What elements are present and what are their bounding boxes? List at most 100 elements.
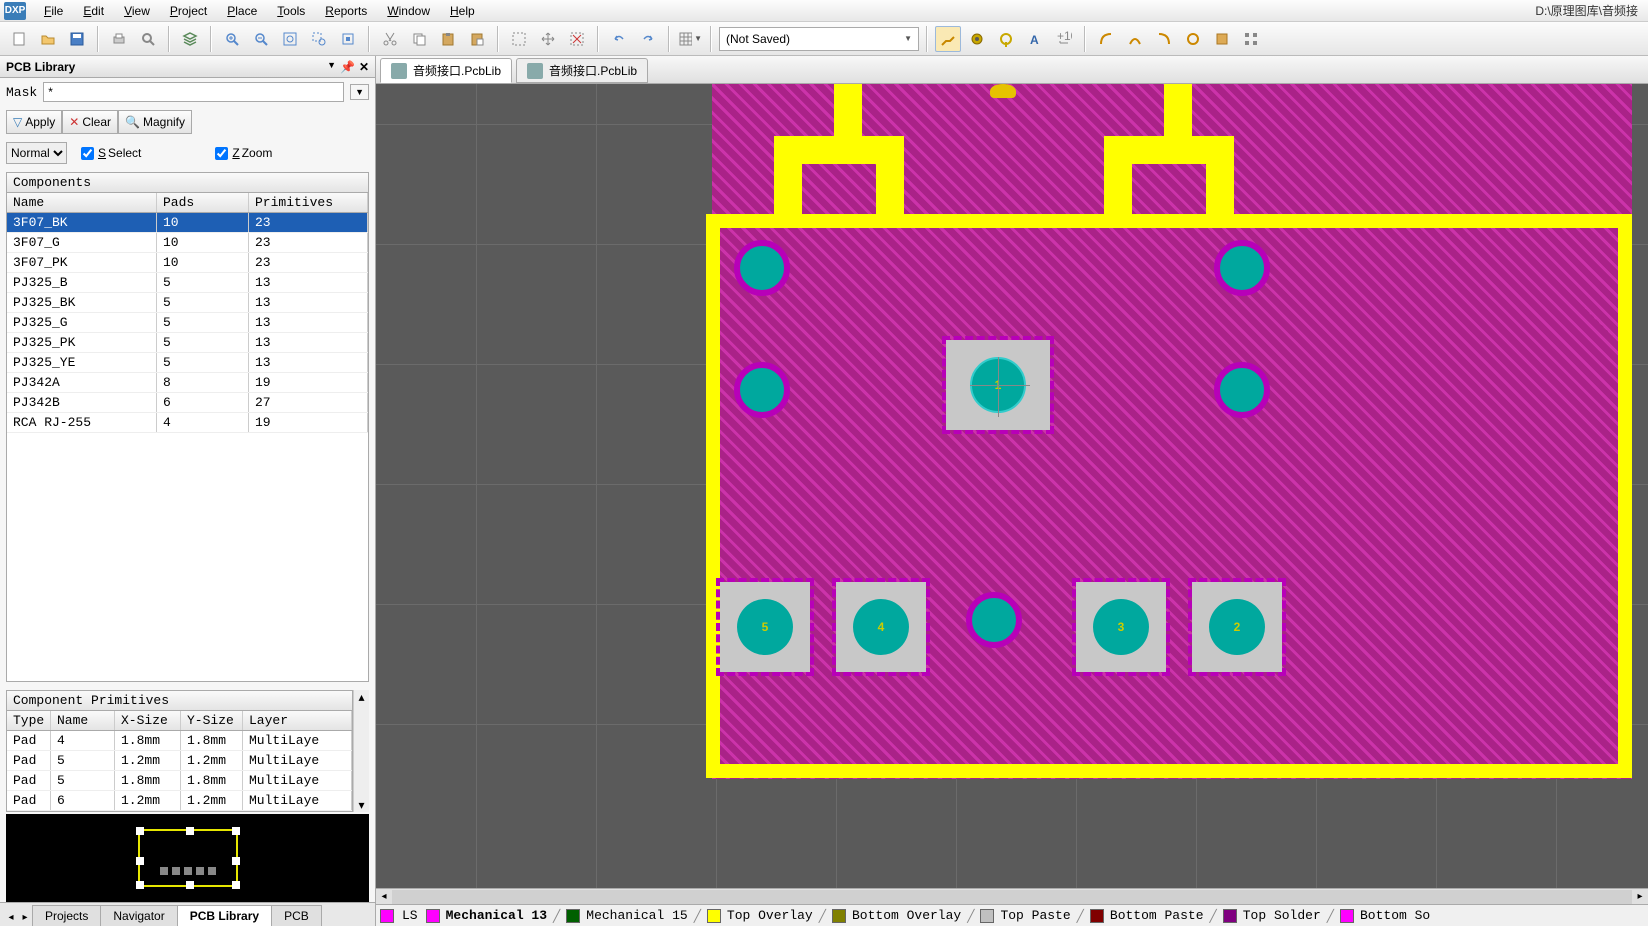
paste-special-icon[interactable] [464,26,490,52]
panel-pin-icon[interactable]: 📌 [340,60,355,74]
component-row[interactable]: RCA RJ-255419 [7,413,368,433]
menu-help[interactable]: Help [440,2,485,20]
place-pad-icon[interactable] [993,26,1019,52]
zoom-in-icon[interactable] [219,26,245,52]
layer-swatch[interactable] [566,909,580,923]
layer-swatch[interactable] [1223,909,1237,923]
layer-label[interactable]: Bottom Overlay [852,908,961,923]
primitives-header[interactable]: Type Name X-Size Y-Size Layer [7,711,352,731]
ls-label[interactable]: LS [402,908,418,923]
layer-label[interactable]: Top Solder [1243,908,1321,923]
primitive-row[interactable]: Pad51.2mm1.2mmMultiLaye [7,751,352,771]
arc-any-icon[interactable] [1151,26,1177,52]
layer-swatch[interactable] [1090,909,1104,923]
tab-projects[interactable]: Projects [32,905,101,926]
mask-input[interactable] [43,82,344,102]
ls-swatch[interactable] [380,909,394,923]
new-file-icon[interactable] [6,26,32,52]
primitive-row[interactable]: Pad51.8mm1.8mmMultiLaye [7,771,352,791]
route-track-icon[interactable] [935,26,961,52]
menu-view[interactable]: View [114,2,160,20]
primitives-scrollbar[interactable]: ▴▾ [353,690,369,812]
magnify-button[interactable]: 🔍Magnify [118,110,192,134]
component-row[interactable]: PJ325_B513 [7,273,368,293]
components-header[interactable]: Name Pads Primitives [7,193,368,213]
clear-button[interactable]: ✕Clear [62,110,118,134]
component-row[interactable]: 3F07_G1023 [7,233,368,253]
deselect-icon[interactable] [564,26,590,52]
tab-scroll-right[interactable]: ▸ [18,908,32,926]
apply-button[interactable]: ▽Apply [6,110,62,134]
primitive-row[interactable]: Pad41.8mm1.8mmMultiLaye [7,731,352,751]
paste-icon[interactable] [435,26,461,52]
primitive-row[interactable]: Pad61.2mm1.2mmMultiLaye [7,791,352,811]
snap-combo[interactable]: (Not Saved) ▼ [719,27,919,51]
horizontal-scrollbar[interactable]: ◂▸ [376,888,1648,904]
panel-close-icon[interactable]: ✕ [359,60,369,74]
grid-icon[interactable]: ▼ [677,26,703,52]
layers-icon[interactable] [177,26,203,52]
pcb-canvas[interactable]: 1 5 4 3 2 [376,84,1648,888]
layer-label[interactable]: Bottom So [1360,908,1430,923]
menu-edit[interactable]: Edit [73,2,114,20]
component-row[interactable]: PJ325_PK513 [7,333,368,353]
arc-center-icon[interactable] [1093,26,1119,52]
menu-tools[interactable]: Tools [267,2,315,20]
save-icon[interactable] [64,26,90,52]
chevron-down-icon[interactable]: ▼ [350,84,369,100]
menu-file[interactable]: File [34,2,73,20]
full-circle-icon[interactable] [1180,26,1206,52]
document-tab[interactable]: 音频接口.PcbLib [380,58,512,83]
layer-swatch[interactable] [1340,909,1354,923]
component-row[interactable]: PJ325_BK513 [7,293,368,313]
place-fill-icon[interactable] [1209,26,1235,52]
layer-swatch[interactable] [707,909,721,923]
component-row[interactable]: PJ342B627 [7,393,368,413]
zoom-checkbox[interactable]: ZZoom [215,146,272,160]
redo-icon[interactable] [635,26,661,52]
tab-pcb[interactable]: PCB [271,905,322,926]
tab-pcb-library[interactable]: PCB Library [177,905,272,926]
layer-swatch[interactable] [980,909,994,923]
place-string-icon[interactable]: A [1022,26,1048,52]
component-row[interactable]: 3F07_BK1023 [7,213,368,233]
menu-window[interactable]: Window [377,2,440,20]
copy-icon[interactable] [406,26,432,52]
component-row[interactable]: 3F07_PK1023 [7,253,368,273]
preview-icon[interactable] [135,26,161,52]
menu-project[interactable]: Project [160,2,217,20]
component-row[interactable]: PJ342A819 [7,373,368,393]
arc-edge-icon[interactable] [1122,26,1148,52]
layer-label[interactable]: Mechanical 15 [586,908,687,923]
undo-icon[interactable] [606,26,632,52]
component-row[interactable]: PJ325_G513 [7,313,368,333]
zoom-area-icon[interactable] [306,26,332,52]
move-icon[interactable] [535,26,561,52]
pad-3[interactable]: 3 [1076,582,1166,672]
select-rect-icon[interactable] [506,26,532,52]
pad-5[interactable]: 5 [720,582,810,672]
place-array-icon[interactable] [1238,26,1264,52]
menu-reports[interactable]: Reports [315,2,377,20]
select-checkbox[interactable]: SSelect [81,146,141,160]
panel-dropdown-icon[interactable]: ▼ [327,60,336,74]
print-icon[interactable] [106,26,132,52]
layer-label[interactable]: Bottom Paste [1110,908,1204,923]
layer-label[interactable]: Mechanical 13 [446,908,547,923]
zoom-out-icon[interactable] [248,26,274,52]
tab-scroll-left[interactable]: ◂ [4,908,18,926]
place-via-icon[interactable] [964,26,990,52]
open-file-icon[interactable] [35,26,61,52]
center-via[interactable] [966,592,1022,648]
layer-label[interactable]: Top Paste [1000,908,1070,923]
zoom-selected-icon[interactable] [335,26,361,52]
pad-2[interactable]: 2 [1192,582,1282,672]
pad-4[interactable]: 4 [836,582,926,672]
document-tab[interactable]: 音频接口.PcbLib [516,58,648,83]
pad-1[interactable]: 1 [946,340,1050,430]
layer-label[interactable]: Top Overlay [727,908,813,923]
layer-swatch[interactable] [426,909,440,923]
view-mode-select[interactable]: Normal [6,142,67,164]
place-coord-icon[interactable]: +10,10 [1051,26,1077,52]
layer-swatch[interactable] [832,909,846,923]
